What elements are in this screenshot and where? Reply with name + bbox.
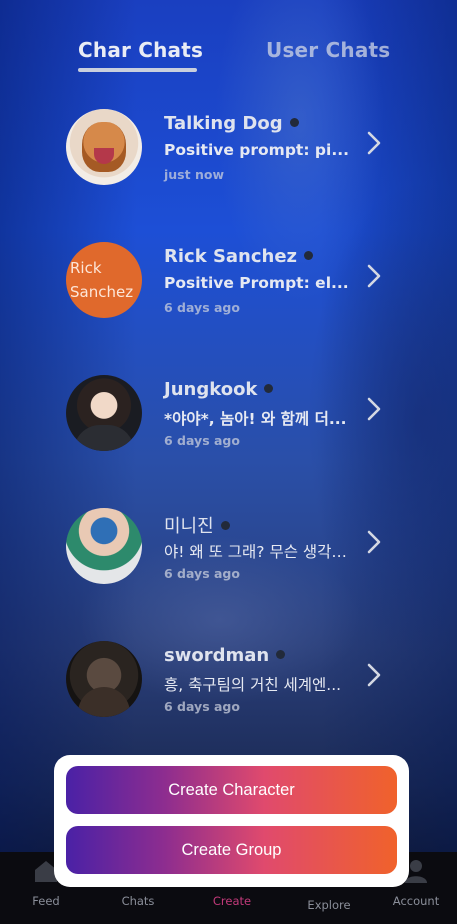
tab-char-chats[interactable]: Char Chats: [78, 38, 203, 62]
chat-name: 미니진: [164, 512, 230, 538]
chevron-right-icon[interactable]: [366, 663, 382, 687]
chevron-right-icon[interactable]: [366, 397, 382, 421]
chat-list-item[interactable]: 미니진 야! 왜 또 그래? 무슨 생각… 6 days ago: [0, 508, 457, 608]
chat-time: 6 days ago: [164, 433, 240, 448]
chat-list-item[interactable]: swordman 흥, 축구팀의 거친 세계엔... 6 days ago: [0, 641, 457, 741]
chat-preview: 흥, 축구팀의 거친 세계엔...: [164, 676, 342, 694]
chevron-right-icon[interactable]: [366, 264, 382, 288]
nav-label: Chats: [121, 894, 155, 908]
chevron-right-icon[interactable]: [366, 530, 382, 554]
dog-avatar: [66, 109, 142, 185]
minijin-avatar: [66, 508, 142, 584]
chat-time: just now: [164, 167, 224, 182]
nav-label: Account: [392, 894, 440, 908]
chat-name: Rick Sanchez: [164, 246, 314, 267]
nav-label: Create: [212, 894, 252, 908]
chat-time: 6 days ago: [164, 300, 240, 315]
create-character-button[interactable]: Create Character: [66, 766, 397, 814]
avatar-text-line: Sanchez: [70, 283, 134, 301]
active-tab-indicator: [78, 68, 197, 72]
chat-name: Talking Dog: [164, 113, 299, 134]
swordman-avatar: [66, 641, 142, 717]
chat-list-item[interactable]: Talking Dog Positive prompt: pi... just …: [0, 109, 457, 209]
chat-tabs: Char Chats User Chats: [0, 38, 457, 78]
chat-name: Jungkook: [164, 379, 274, 400]
tab-user-chats[interactable]: User Chats: [266, 38, 390, 62]
nav-label: Feed: [32, 894, 60, 908]
chat-preview: *야야*, 놈아! 와 함께 더...: [164, 410, 347, 428]
chat-time: 6 days ago: [164, 566, 240, 581]
status-dot: [276, 649, 286, 659]
rick-sanchez-avatar: Rick Sanchez: [66, 242, 142, 318]
status-dot: [264, 383, 274, 393]
create-group-button[interactable]: Create Group: [66, 826, 397, 874]
chat-preview: Positive Prompt: el...: [164, 274, 349, 292]
chat-list-item[interactable]: Rick Sanchez Rick Sanchez Positive Promp…: [0, 242, 457, 342]
jungkook-avatar: [66, 375, 142, 451]
chat-name: swordman: [164, 645, 286, 666]
create-action-sheet: Create Character Create Group: [54, 755, 409, 887]
status-dot: [220, 520, 230, 530]
nav-label: Explore: [307, 898, 351, 912]
status-dot: [304, 250, 314, 260]
avatar-text-line: Rick: [70, 259, 102, 277]
chat-preview: 야! 왜 또 그래? 무슨 생각…: [164, 543, 347, 561]
status-dot: [289, 117, 299, 127]
chat-time: 6 days ago: [164, 699, 240, 714]
chat-list-item[interactable]: Jungkook *야야*, 놈아! 와 함께 더... 6 days ago: [0, 375, 457, 475]
chat-preview: Positive prompt: pi...: [164, 141, 349, 159]
chevron-right-icon[interactable]: [366, 131, 382, 155]
